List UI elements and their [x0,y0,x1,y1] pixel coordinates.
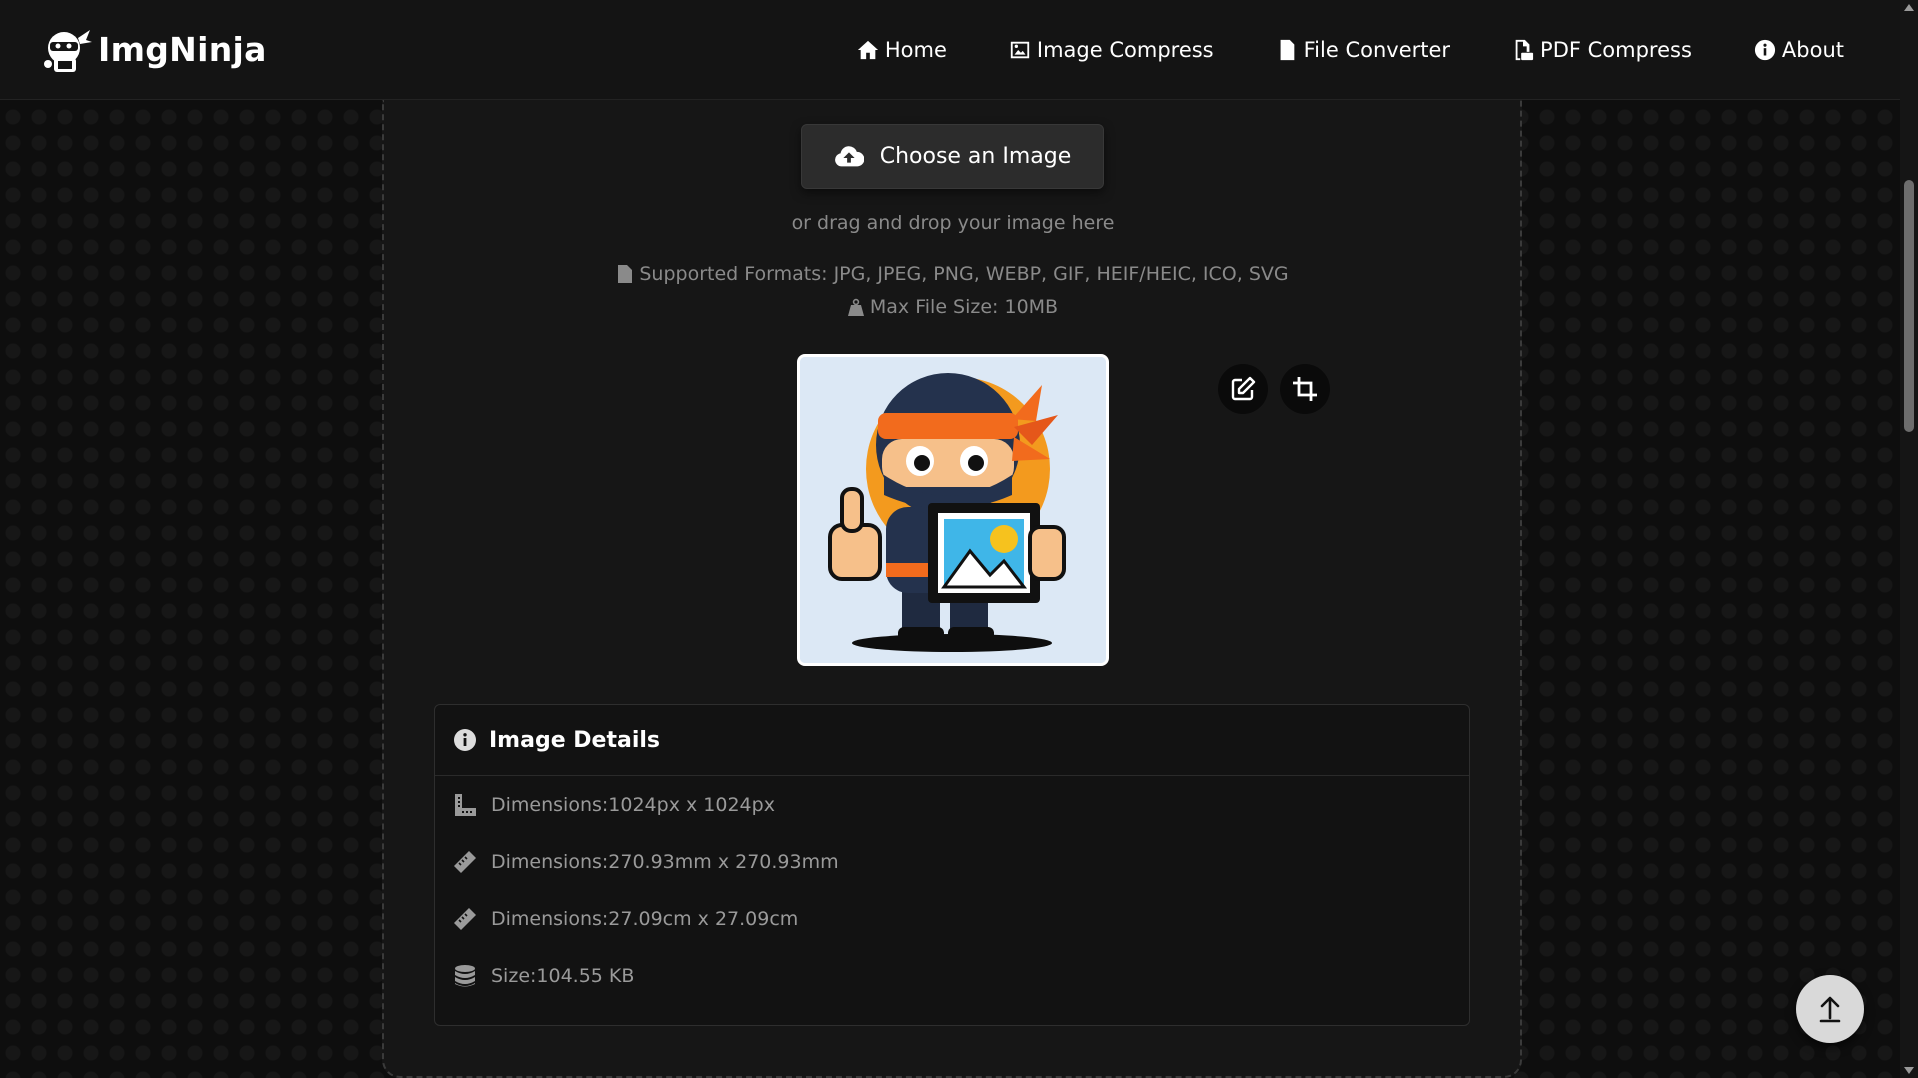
image-details-card: Image Details Dimensions:1024px x 1024px… [434,704,1470,1026]
image-details-title: Image Details [489,727,661,753]
upload-panel[interactable]: Choose an Image or drag and drop your im… [382,100,1522,1078]
pdf-file-icon [1515,39,1534,60]
weight-icon [847,298,864,316]
info-circle-icon [454,729,476,751]
nav-file-converter[interactable]: File Converter [1276,38,1450,62]
ninja-logo-icon [44,29,92,72]
database-icon [455,964,475,986]
arrow-up-icon [1819,996,1841,1023]
drag-drop-hint: or drag and drop your image here [791,212,1115,234]
max-file-size: Max File Size: 10MB [384,296,1522,318]
scroll-thumb[interactable] [1904,180,1914,432]
page-scrollbar[interactable] [1900,0,1918,1078]
detail-pixels-text: Dimensions:1024px x 1024px [491,793,775,816]
detail-row-mm: Dimensions:270.93mm x 270.93mm [435,833,1469,890]
nav-home-label: Home [884,37,947,62]
top-navbar: ImgNinja Home Image Compress File Conver… [0,0,1900,100]
choose-image-label: Choose an Image [879,144,1072,169]
nav-image-compress[interactable]: Image Compress [1009,38,1214,62]
home-icon [857,40,878,59]
cloud-upload-icon [834,145,864,166]
ruler-icon [454,907,476,930]
crop-image-button[interactable] [1280,364,1330,414]
nav-pdf-compress[interactable]: PDF Compress [1512,38,1692,62]
file-icon [1280,39,1294,60]
detail-row-cm: Dimensions:27.09cm x 27.09cm [435,890,1469,947]
back-to-top-button[interactable] [1796,975,1864,1043]
scroll-down-arrow[interactable] [1904,1067,1914,1074]
detail-cm-text: Dimensions:27.09cm x 27.09cm [491,907,799,930]
nav-pdf-compress-label: PDF Compress [1540,37,1692,62]
max-file-size-text: Max File Size: 10MB [869,296,1059,318]
brand-name: ImgNinja [98,30,267,69]
file-icon [618,265,633,283]
image-preview [797,354,1109,666]
detail-size-text: Size:104.55 KB [491,964,635,987]
scroll-up-arrow[interactable] [1904,4,1914,11]
detail-row-size: Size:104.55 KB [435,947,1469,1004]
nav-home[interactable]: Home [857,38,947,62]
ruler-combined-icon [455,793,476,816]
nav-about[interactable]: About [1754,38,1844,62]
image-icon [1010,41,1030,58]
edit-icon [1231,376,1256,401]
ruler-icon [454,850,476,873]
nav-about-label: About [1781,37,1844,62]
main-nav: Home Image Compress File Converter PDF C… [857,38,1860,62]
supported-formats-text: Supported Formats: JPG, JPEG, PNG, WEBP,… [639,263,1289,285]
brand[interactable]: ImgNinja [40,24,267,76]
info-icon [1754,39,1775,60]
detail-row-pixels: Dimensions:1024px x 1024px [435,776,1469,833]
ninja-preview-image [800,357,1106,663]
choose-image-button[interactable]: Choose an Image [801,124,1104,189]
detail-mm-text: Dimensions:270.93mm x 270.93mm [491,850,839,873]
edit-image-button[interactable] [1218,364,1268,414]
nav-file-converter-label: File Converter [1303,37,1451,62]
image-details-header: Image Details [435,705,1469,776]
nav-image-compress-label: Image Compress [1036,37,1214,62]
supported-formats: Supported Formats: JPG, JPEG, PNG, WEBP,… [384,263,1522,285]
crop-icon [1293,377,1317,401]
